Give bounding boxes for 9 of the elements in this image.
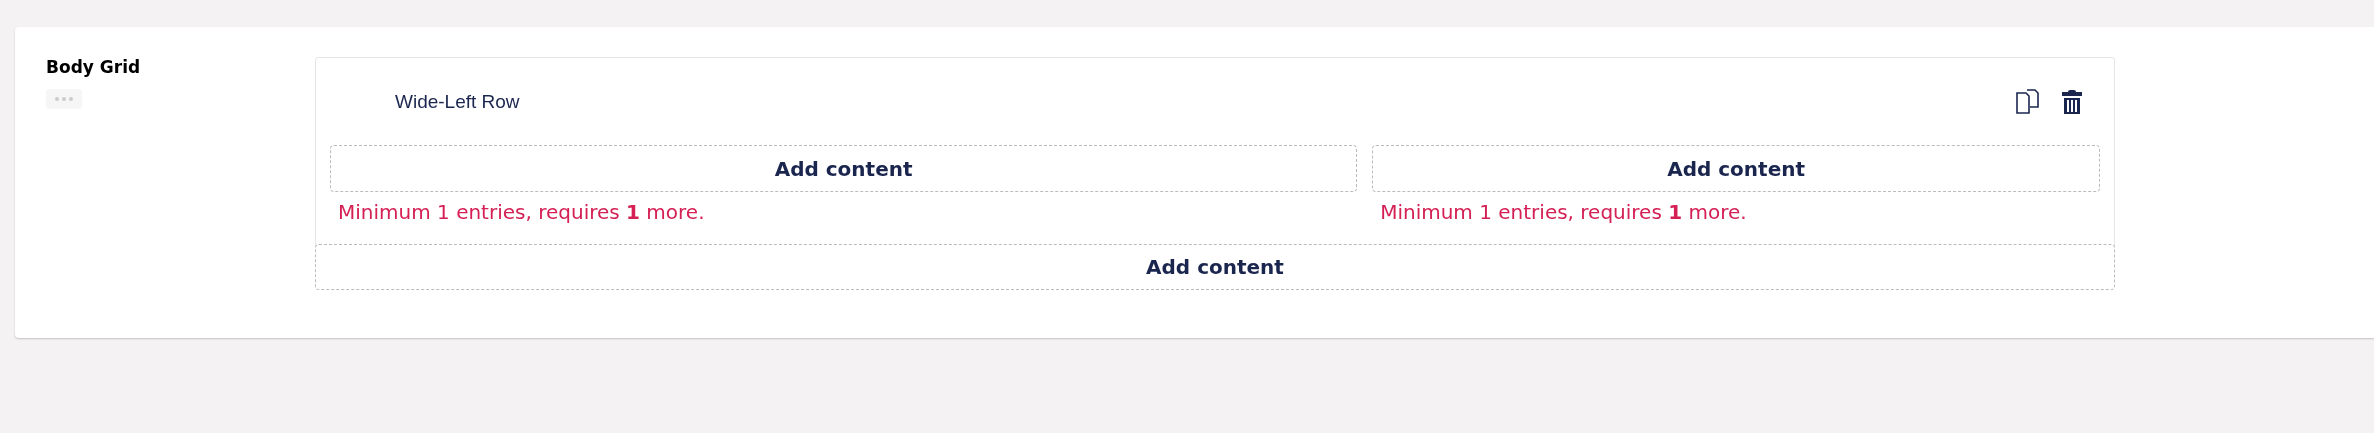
add-content-button[interactable]: Add content — [1372, 145, 2100, 192]
copy-icon[interactable] — [2016, 88, 2040, 115]
validation-message: Minimum 1 entries, requires 1 more. — [1380, 200, 1748, 224]
property-label: Body Grid — [46, 57, 141, 77]
row-title: Wide-Left Row — [395, 90, 521, 113]
validation-message: Minimum 1 entries, requires 1 more. — [338, 200, 706, 224]
trash-icon[interactable] — [2060, 88, 2084, 115]
add-content-button[interactable]: Add content — [315, 244, 2115, 290]
add-content-button[interactable]: Add content — [330, 145, 1358, 192]
